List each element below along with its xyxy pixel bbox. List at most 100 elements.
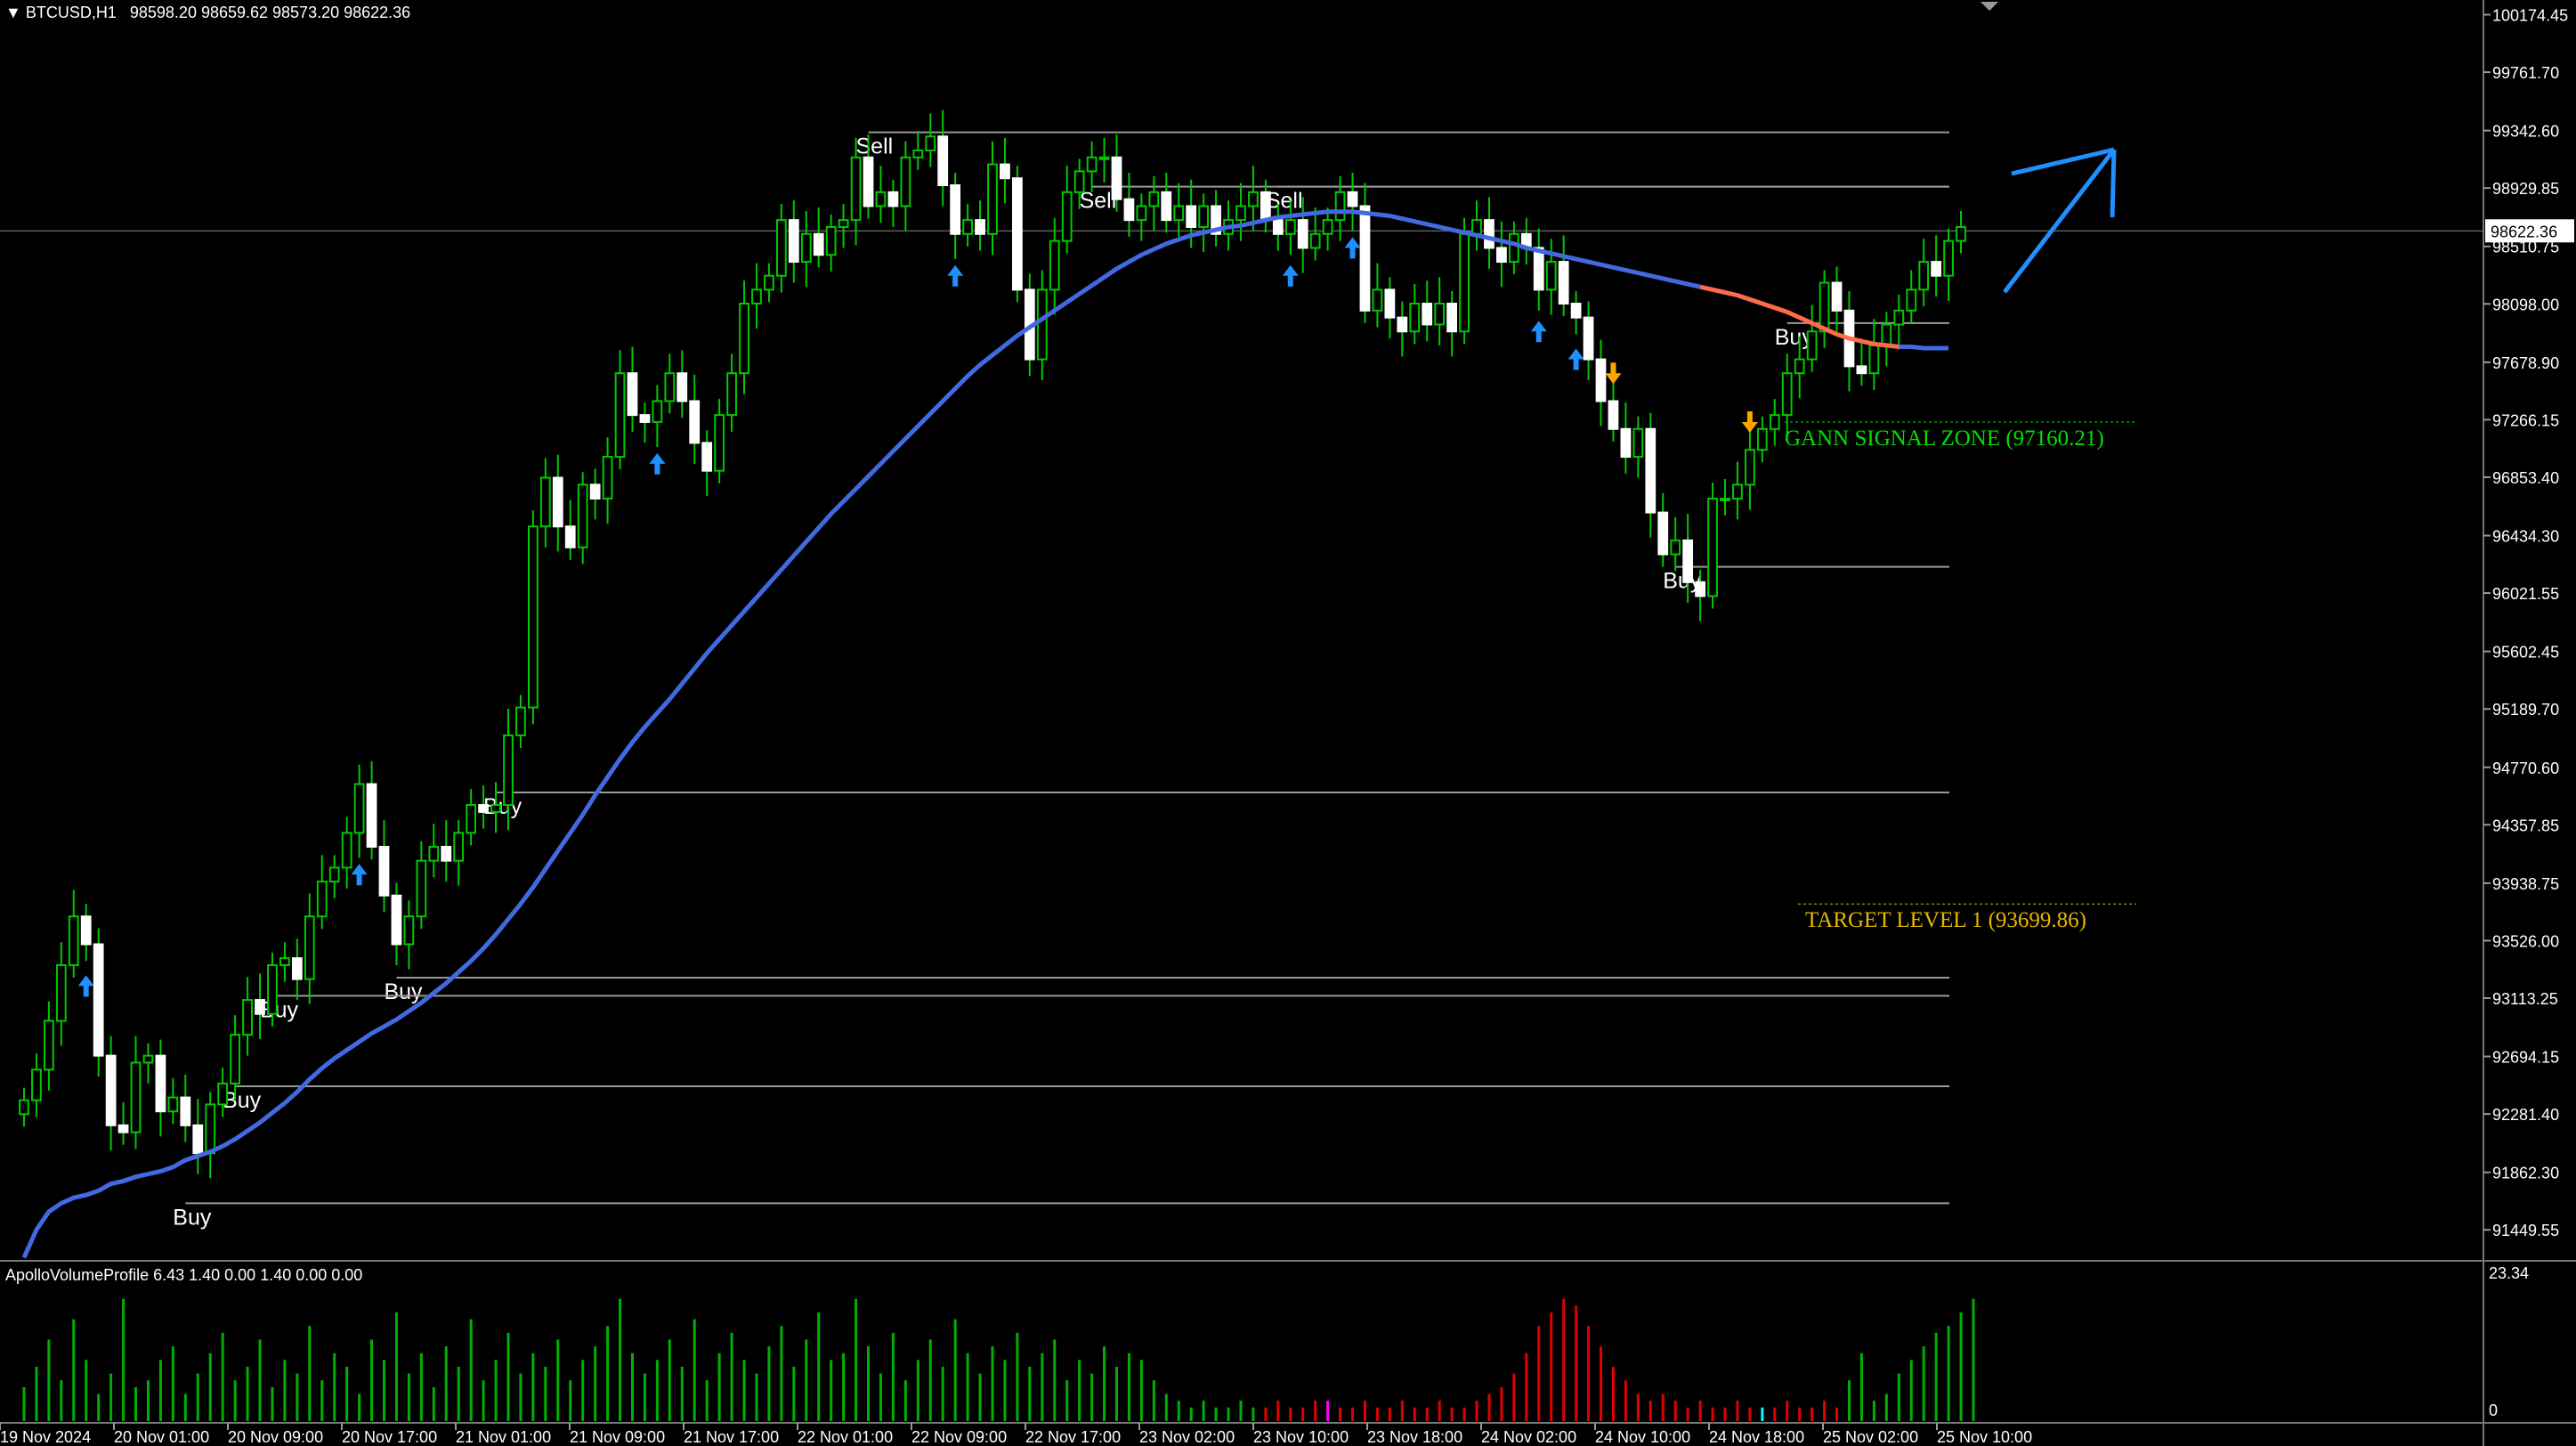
candle-body xyxy=(478,804,489,813)
dropdown-arrow-icon[interactable]: ▼ xyxy=(5,4,21,21)
candle-body xyxy=(564,525,576,548)
volume-bar xyxy=(1786,1401,1789,1421)
volume-bar xyxy=(35,1366,38,1421)
x-tick-label: 21 Nov 01:00 xyxy=(456,1428,551,1446)
candle-body xyxy=(775,219,787,277)
volume-bar xyxy=(1289,1407,1292,1421)
volume-bar xyxy=(1872,1401,1875,1421)
volume-bar xyxy=(1698,1401,1702,1421)
candle-body xyxy=(1906,288,1917,312)
candle-body xyxy=(1309,232,1321,249)
candle-body xyxy=(1632,427,1644,459)
signal-label-sell: Sell xyxy=(1266,189,1303,214)
candle-body xyxy=(1397,316,1408,333)
volume-bar xyxy=(693,1319,696,1421)
candle-body xyxy=(1570,302,1582,319)
candle-body xyxy=(1272,219,1284,235)
candle-body xyxy=(1806,330,1818,361)
candle-body xyxy=(1235,205,1246,222)
volume-bar xyxy=(1909,1360,1913,1421)
volume-bar xyxy=(1139,1360,1143,1421)
candle-body xyxy=(490,804,501,813)
candle-body xyxy=(1186,205,1197,228)
volume-bar xyxy=(146,1380,150,1421)
volume-bar xyxy=(457,1366,460,1421)
candle-body xyxy=(676,372,688,402)
candle-body xyxy=(1893,309,1905,326)
candle-body xyxy=(639,414,651,423)
volume-bar xyxy=(407,1373,410,1421)
volume-bar xyxy=(1152,1380,1155,1421)
y-tick-label: 93113.25 xyxy=(2492,990,2558,1008)
volume-bar xyxy=(830,1360,833,1421)
volume-bar xyxy=(1884,1393,1888,1421)
volume-bar xyxy=(1053,1339,1057,1421)
candle-body xyxy=(1322,219,1333,235)
volume-bar xyxy=(258,1339,262,1421)
candle-body xyxy=(925,135,936,151)
y-tick-label: 96021.55 xyxy=(2492,585,2559,603)
candle-body xyxy=(105,1054,117,1126)
candle-body xyxy=(1459,232,1470,333)
volume-bar xyxy=(767,1346,771,1421)
candle-body xyxy=(19,1099,29,1116)
volume-bar xyxy=(1041,1353,1044,1421)
candle-body xyxy=(1161,191,1172,222)
candle-body xyxy=(813,232,824,256)
volume-bar xyxy=(1090,1373,1094,1421)
candle-body xyxy=(1347,191,1358,207)
volume-bar xyxy=(47,1339,51,1421)
candle-body xyxy=(304,915,315,980)
volume-bar xyxy=(867,1346,871,1421)
candle-body xyxy=(937,135,949,187)
volume-bar xyxy=(755,1373,758,1421)
candle-body xyxy=(192,1124,204,1155)
candle-body xyxy=(1148,191,1160,207)
candle-body xyxy=(1595,358,1607,402)
volume-bar xyxy=(171,1346,174,1421)
volume-bar xyxy=(394,1312,398,1421)
y-tick-label: 96853.40 xyxy=(2492,469,2559,487)
volume-bar xyxy=(705,1380,709,1421)
candle-body xyxy=(255,999,265,1015)
candle-body xyxy=(1558,261,1569,305)
candle-body xyxy=(714,414,725,472)
candle-body xyxy=(117,1124,129,1133)
volume-bar xyxy=(97,1393,101,1421)
candle-body xyxy=(825,225,837,256)
volume-bar xyxy=(1103,1346,1106,1421)
chart-root: 100174.45 99761.70 99342.60 98929.85 98510.7… xyxy=(0,0,2576,1446)
volume-bar xyxy=(569,1380,572,1421)
volume-bar xyxy=(903,1380,907,1421)
volume-bar xyxy=(941,1366,944,1421)
candle-body xyxy=(1359,205,1371,312)
candle-body xyxy=(1583,316,1594,361)
volume-bar xyxy=(581,1360,585,1421)
candle-body xyxy=(378,846,390,897)
price-chart[interactable]: 100174.4599761.7099342.6098929.8598510.7… xyxy=(0,0,2576,1446)
volume-bar xyxy=(1239,1401,1243,1421)
candle-body xyxy=(453,832,465,862)
x-tick-label: 21 Nov 09:00 xyxy=(570,1428,665,1446)
buy-arrow-icon xyxy=(1344,237,1361,259)
candle-body xyxy=(1111,156,1122,200)
y-tick-label: 95189.70 xyxy=(2492,701,2559,719)
volume-bar xyxy=(879,1373,882,1421)
candle-body xyxy=(316,881,328,918)
candle-body xyxy=(589,483,601,500)
buy-arrow-icon xyxy=(947,264,964,287)
volume-bar xyxy=(1214,1407,1218,1421)
volume-bar xyxy=(953,1319,957,1421)
volume-bar xyxy=(978,1373,982,1421)
candle-body xyxy=(863,156,874,207)
volume-bar xyxy=(1922,1346,1925,1421)
candle-body xyxy=(441,846,452,862)
candle-body xyxy=(614,372,626,459)
volume-bar xyxy=(742,1360,746,1421)
volume-bar xyxy=(221,1332,224,1421)
sell-arrow-icon xyxy=(1605,362,1622,385)
candle-body xyxy=(1695,581,1705,597)
candle-body xyxy=(1943,240,1954,277)
candle-body xyxy=(1670,539,1681,556)
volume-bar xyxy=(72,1319,76,1421)
